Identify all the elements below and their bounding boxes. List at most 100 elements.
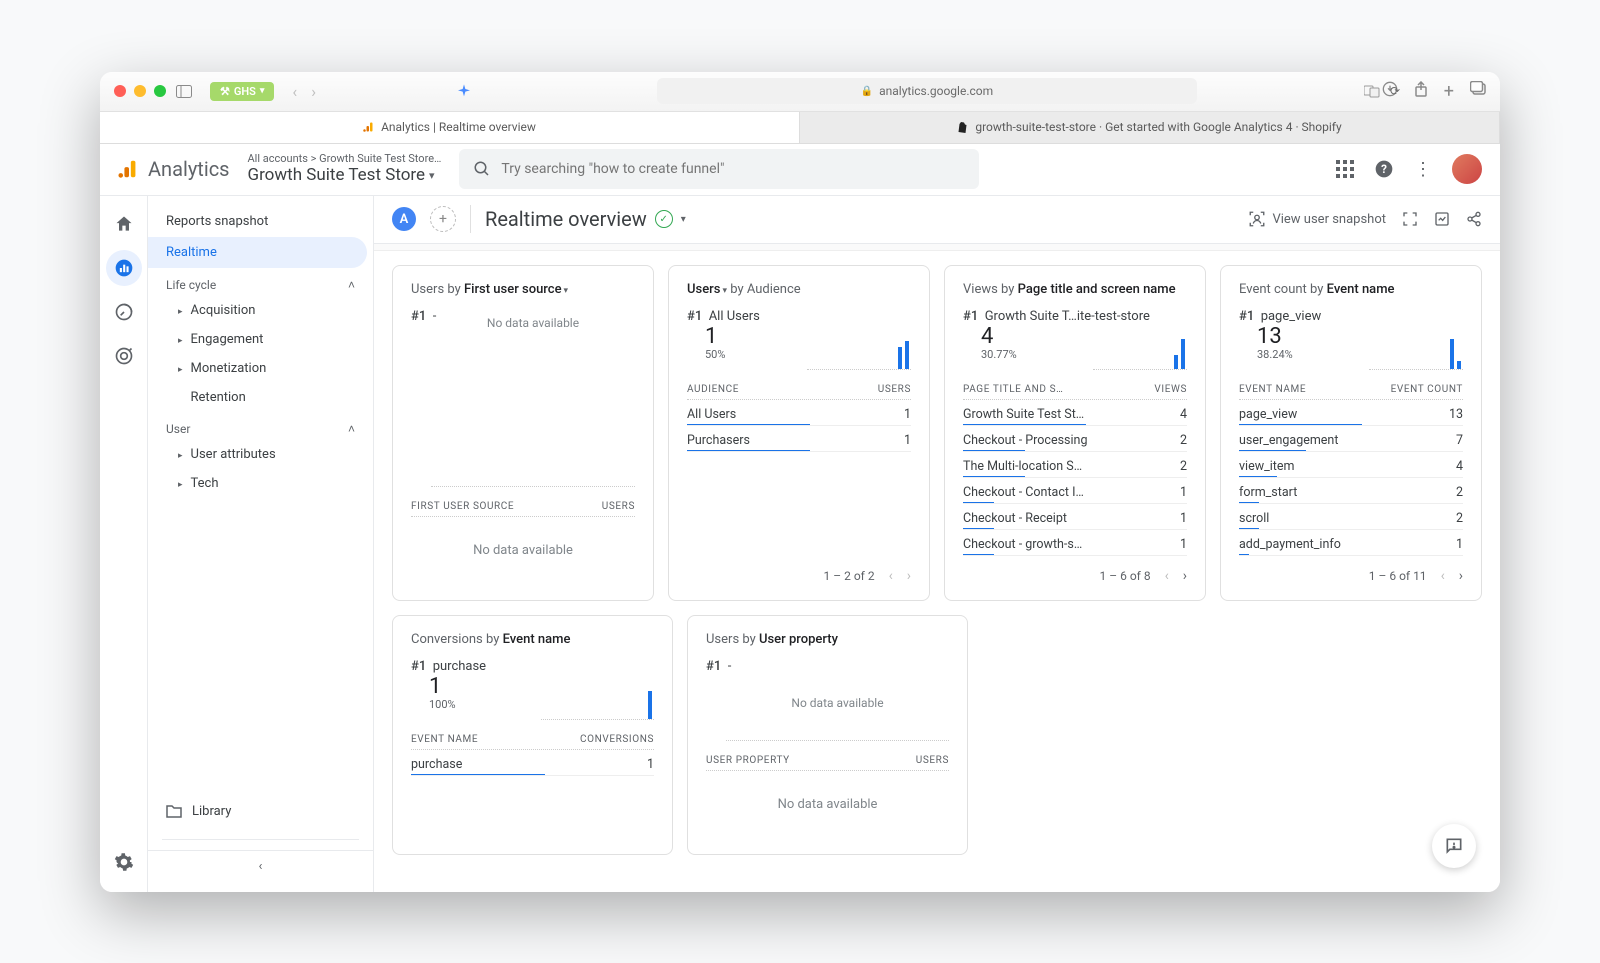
insights-icon[interactable] bbox=[1434, 211, 1450, 227]
map-attribution-strip bbox=[374, 244, 1500, 251]
sidebar-item-user-attributes[interactable]: ▸User attributes bbox=[148, 440, 373, 469]
ghs-badge[interactable]: ⚒ GHS ▾ bbox=[210, 82, 274, 101]
browser-tab-shopify[interactable]: growth-suite-test-store · Get started wi… bbox=[800, 112, 1500, 143]
card-title-dimension: Event name bbox=[503, 632, 571, 647]
share-icon[interactable] bbox=[1414, 81, 1428, 102]
rail-admin-icon[interactable] bbox=[106, 844, 142, 880]
row-bar bbox=[411, 774, 545, 776]
rail-explore-icon[interactable] bbox=[106, 294, 142, 330]
apps-grid-icon[interactable] bbox=[1336, 160, 1354, 178]
sidebar-collapse-button[interactable]: ‹ bbox=[148, 850, 373, 882]
table-row[interactable]: Purchasers1 bbox=[687, 426, 911, 452]
pager-next-button[interactable]: › bbox=[1459, 568, 1463, 584]
hammer-icon: ⚒ bbox=[220, 85, 230, 98]
card-title-prefix: Views by bbox=[963, 282, 1018, 297]
sidebar-item-realtime[interactable]: Realtime bbox=[148, 237, 367, 268]
table-row[interactable]: Checkout - Receipt1 bbox=[963, 504, 1187, 530]
ga-header: Analytics All accounts > Growth Suite Te… bbox=[100, 144, 1500, 196]
table-row[interactable]: add_payment_info1 bbox=[1239, 530, 1463, 556]
table-row[interactable]: Checkout - Processing2 bbox=[963, 426, 1187, 452]
card-title[interactable]: Users▾ by Audience bbox=[687, 282, 911, 297]
card-title-dimension: First user source bbox=[464, 282, 562, 297]
pager: 1 – 6 of 11‹› bbox=[1239, 556, 1463, 584]
sidebar-item-label: Tech bbox=[191, 476, 219, 491]
table-header-right: USERS bbox=[602, 501, 635, 512]
table-row[interactable]: scroll2 bbox=[1239, 504, 1463, 530]
table-row[interactable]: user_engagement7 bbox=[1239, 426, 1463, 452]
sidebar-item-label: Acquisition bbox=[191, 303, 256, 318]
sidebar-section-user[interactable]: User ˄ bbox=[148, 412, 373, 440]
pager-next-button[interactable]: › bbox=[907, 568, 911, 584]
search-input[interactable] bbox=[501, 161, 965, 177]
view-user-snapshot-button[interactable]: View user snapshot bbox=[1248, 210, 1386, 228]
forward-button[interactable]: › bbox=[311, 82, 316, 101]
rank-line: #1 - bbox=[706, 659, 949, 674]
tab-overview-icon[interactable] bbox=[1470, 81, 1486, 102]
card-title[interactable]: Users by First user source▾ bbox=[411, 282, 635, 297]
fullscreen-window-icon[interactable] bbox=[154, 85, 166, 97]
chevron-down-icon[interactable]: ▾ bbox=[681, 214, 686, 225]
translate-icon[interactable] bbox=[1364, 84, 1380, 98]
cards-row-2: Conversions by Event name #1 purchase 1 … bbox=[392, 615, 1482, 855]
rail-reports-icon[interactable] bbox=[106, 250, 142, 286]
sidebar-toggle-icon[interactable] bbox=[176, 85, 200, 98]
fullscreen-icon[interactable] bbox=[1402, 211, 1418, 227]
sidebar-item-snapshot[interactable]: Reports snapshot bbox=[148, 206, 373, 237]
table-header: FIRST USER SOURCEUSERS bbox=[411, 497, 635, 517]
sidebar-section-lifecycle[interactable]: Life cycle ˄ bbox=[148, 268, 373, 296]
row-key: Purchasers bbox=[687, 433, 750, 448]
table-row[interactable]: The Multi-location S…2 bbox=[963, 452, 1187, 478]
ga-logo[interactable]: Analytics bbox=[118, 157, 230, 181]
rail-advertising-icon[interactable] bbox=[106, 338, 142, 374]
row-bar bbox=[963, 554, 994, 556]
feedback-fab[interactable] bbox=[1432, 824, 1476, 868]
table-row[interactable]: All Users1 bbox=[687, 400, 911, 426]
table-row[interactable]: Checkout - Contact I…1 bbox=[963, 478, 1187, 504]
help-icon[interactable]: ? bbox=[1374, 159, 1394, 179]
check-circle-icon[interactable]: ✓ bbox=[655, 210, 673, 228]
more-menu-icon[interactable]: ⋮ bbox=[1414, 159, 1432, 180]
table-row[interactable]: view_item4 bbox=[1239, 452, 1463, 478]
pager-prev-button[interactable]: ‹ bbox=[1441, 568, 1445, 584]
table-row[interactable]: form_start2 bbox=[1239, 478, 1463, 504]
card-conversions: Conversions by Event name #1 purchase 1 … bbox=[392, 615, 673, 855]
table-row[interactable]: Checkout - growth-s…1 bbox=[963, 530, 1187, 556]
pager-prev-button[interactable]: ‹ bbox=[1165, 568, 1169, 584]
compass-icon[interactable] bbox=[456, 83, 472, 99]
reload-icon[interactable]: ⟳ bbox=[1390, 84, 1400, 98]
rail-home-icon[interactable] bbox=[106, 206, 142, 242]
card-title[interactable]: Users by User property bbox=[706, 632, 949, 647]
sidebar-item-engagement[interactable]: ▸Engagement bbox=[148, 325, 373, 354]
minimize-window-icon[interactable] bbox=[134, 85, 146, 97]
new-tab-icon[interactable]: + bbox=[1444, 81, 1454, 102]
segment-a-badge[interactable]: A bbox=[392, 207, 416, 231]
share-report-icon[interactable] bbox=[1466, 211, 1482, 227]
pager-prev-button[interactable]: ‹ bbox=[889, 568, 893, 584]
row-key: page_view bbox=[1239, 407, 1297, 422]
rank-number: #1 bbox=[411, 309, 426, 324]
sidebar-item-library[interactable]: Library bbox=[148, 794, 373, 829]
url-bar[interactable]: 🔒 analytics.google.com ⟳ bbox=[657, 78, 1197, 104]
sidebar-item-monetization[interactable]: ▸Monetization bbox=[148, 354, 373, 383]
card-title[interactable]: Conversions by Event name bbox=[411, 632, 654, 647]
row-value: 1 bbox=[1180, 485, 1187, 500]
table-row[interactable]: Growth Suite Test St…4 bbox=[963, 400, 1187, 426]
add-segment-button[interactable]: + bbox=[430, 206, 456, 232]
pager-next-button[interactable]: › bbox=[1183, 568, 1187, 584]
card-title[interactable]: Event count by Event name bbox=[1239, 282, 1463, 297]
table-row[interactable]: purchase1 bbox=[411, 750, 654, 776]
sparkline bbox=[1369, 330, 1463, 370]
card-title[interactable]: Views by Page title and screen name bbox=[963, 282, 1187, 297]
browser-tab-analytics[interactable]: Analytics | Realtime overview bbox=[100, 112, 800, 143]
reports-sidebar: Reports snapshot Realtime Life cycle ˄ ▸… bbox=[148, 196, 374, 892]
sidebar-item-tech[interactable]: ▸Tech bbox=[148, 469, 373, 498]
rank-line: #1 page_view bbox=[1239, 309, 1463, 324]
table-row[interactable]: page_view13 bbox=[1239, 400, 1463, 426]
sidebar-item-retention[interactable]: ▸Retention bbox=[148, 383, 373, 412]
search-bar[interactable] bbox=[459, 149, 979, 189]
close-window-icon[interactable] bbox=[114, 85, 126, 97]
sidebar-item-acquisition[interactable]: ▸Acquisition bbox=[148, 296, 373, 325]
avatar[interactable] bbox=[1452, 154, 1482, 184]
breadcrumb[interactable]: All accounts > Growth Suite Test Store… … bbox=[248, 152, 442, 186]
back-button[interactable]: ‹ bbox=[292, 82, 297, 101]
